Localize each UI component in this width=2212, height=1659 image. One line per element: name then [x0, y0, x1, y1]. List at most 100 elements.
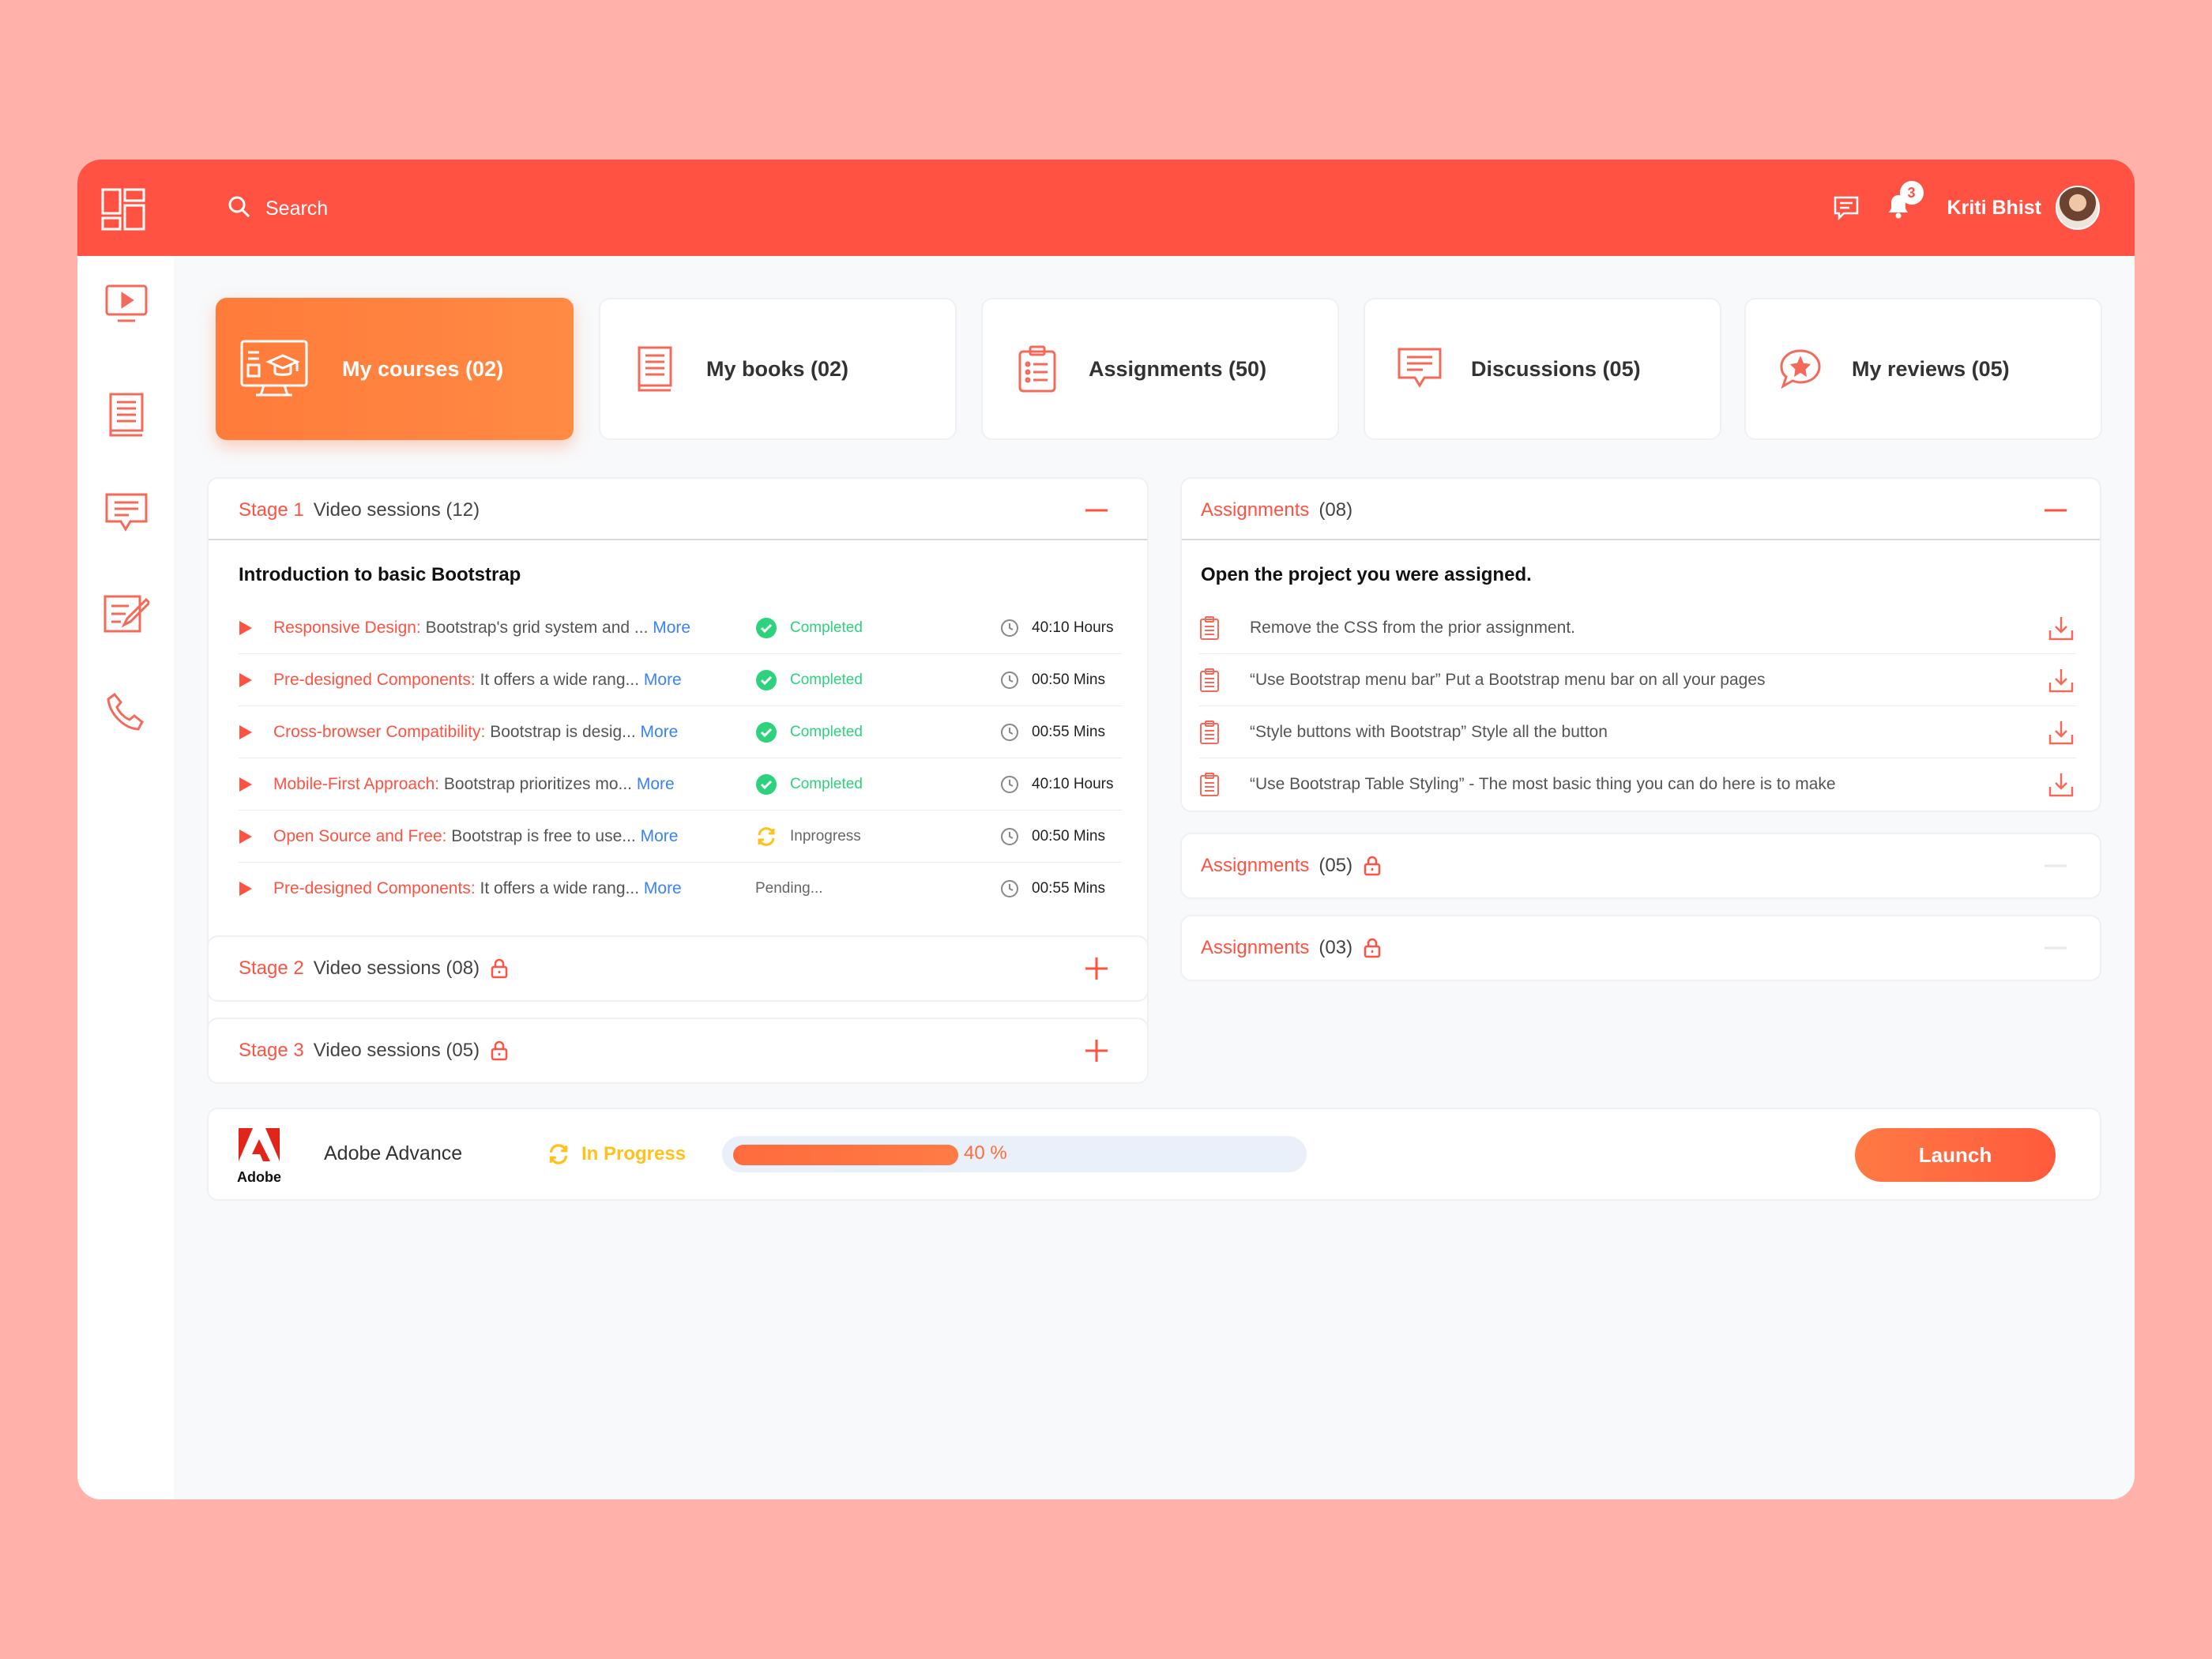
course-progress-bar: Adobe Adobe Advance In Progress 40 % Lau… [207, 1108, 2101, 1201]
stage-title: Video sessions (12) [313, 499, 480, 521]
user-name[interactable]: Kriti Bhist [1947, 197, 2041, 220]
stage-2-panel[interactable]: Stage 2 Video sessions (08) [207, 935, 1149, 1002]
collapse-icon[interactable] [2041, 496, 2070, 525]
video-icon[interactable] [103, 281, 149, 327]
status: Completed [755, 721, 1000, 743]
download-icon[interactable] [2046, 717, 2076, 747]
messages-icon[interactable] [1830, 192, 1862, 224]
session-name: Cross-browser Compatibility: [273, 722, 486, 741]
assignments-label: Assignments [1201, 855, 1310, 876]
download-icon[interactable] [2046, 613, 2076, 643]
more-link[interactable]: More [641, 827, 679, 845]
duration: 40:10 Hours [1000, 775, 1114, 794]
assignments-label: Assignments [1201, 937, 1310, 958]
edit-icon[interactable] [103, 591, 149, 637]
session-title: Pre-designed Components: It offers a wid… [273, 879, 755, 898]
discussion-icon[interactable] [103, 491, 149, 536]
card-my-reviews[interactable]: My reviews (05) [1744, 298, 2102, 440]
phone-icon[interactable] [103, 689, 149, 735]
refresh-icon [758, 826, 775, 846]
play-icon[interactable] [239, 881, 254, 897]
expand-icon[interactable] [1082, 1036, 1111, 1065]
check-circle-icon [756, 721, 777, 743]
session-row[interactable]: Cross-browser Compatibility: Bootstrap i… [239, 706, 1122, 758]
card-my-books[interactable]: My books (02) [599, 298, 957, 440]
clock-icon [1001, 619, 1018, 637]
assignment-row[interactable]: “Use Bootstrap Table Styling” - The most… [1199, 758, 2076, 811]
expand-icon[interactable] [1082, 954, 1111, 983]
status-text: Pending... [755, 880, 823, 897]
session-row[interactable]: Responsive Design: Bootstrap's grid syst… [239, 602, 1122, 654]
book-icon[interactable] [103, 392, 149, 438]
play-icon[interactable] [239, 672, 254, 688]
session-desc: Bootstrap is desig... [485, 722, 641, 741]
assignments-locked-panel[interactable]: Assignments (05) [1180, 833, 2101, 899]
progress-fill [733, 1145, 958, 1165]
session-title: Cross-browser Compatibility: Bootstrap i… [273, 723, 755, 742]
session-row[interactable]: Mobile-First Approach: Bootstrap priorit… [239, 758, 1122, 811]
course-icon [239, 340, 309, 397]
dashboard-logo-icon[interactable] [101, 188, 145, 231]
stage-label: Stage 3 [239, 1040, 304, 1061]
clipboard-icon [1010, 341, 1065, 397]
card-discussions[interactable]: Discussions (05) [1364, 298, 1721, 440]
lock-icon [1364, 938, 1381, 958]
card-label: Discussions (05) [1471, 356, 1641, 381]
session-row[interactable]: Pre-designed Components: It offers a wid… [239, 863, 1122, 915]
play-icon[interactable] [239, 724, 254, 740]
status-text: Completed [790, 619, 863, 636]
stage-3-panel[interactable]: Stage 3 Video sessions (05) [207, 1018, 1149, 1084]
adobe-logo-text: Adobe [237, 1169, 281, 1183]
launch-button[interactable]: Launch [1855, 1128, 2056, 1182]
more-link[interactable]: More [644, 879, 682, 897]
search-input[interactable]: Search [265, 198, 328, 220]
adobe-logo: Adobe [237, 1127, 281, 1185]
session-name: Pre-designed Components: [273, 879, 476, 897]
check-circle-icon [756, 773, 777, 795]
assignments-header: Assignments (05) [1201, 834, 1381, 897]
play-icon[interactable] [239, 620, 254, 636]
check-circle-icon [756, 669, 777, 690]
duration-text: 00:55 Mins [1032, 880, 1105, 897]
collapse-icon[interactable] [1082, 496, 1111, 525]
session-name: Responsive Design: [273, 618, 421, 637]
notifications-button[interactable]: 3 [1883, 181, 1924, 224]
assignments-header[interactable]: Assignments (08) [1201, 479, 1352, 542]
search-bar[interactable]: Search [228, 193, 328, 224]
stage-label: Stage 1 [239, 499, 304, 521]
stage-label: Stage 2 [239, 957, 304, 979]
avatar[interactable] [2056, 186, 2100, 230]
duration-text: 40:10 Hours [1032, 775, 1114, 792]
download-icon[interactable] [2046, 665, 2076, 695]
assignments-count: (08) [1319, 499, 1353, 521]
more-link[interactable]: More [653, 619, 690, 637]
session-desc: Bootstrap's grid system and ... [420, 618, 653, 637]
session-name: Mobile-First Approach: [273, 774, 440, 793]
play-icon[interactable] [239, 777, 254, 792]
more-link[interactable]: More [644, 671, 682, 689]
more-link[interactable]: More [637, 775, 675, 793]
duration: 00:50 Mins [1000, 827, 1105, 846]
divider [1182, 539, 2100, 540]
card-my-courses[interactable]: My courses (02) [216, 298, 574, 440]
stage-1-header[interactable]: Stage 1 Video sessions (12) [239, 479, 480, 542]
play-icon[interactable] [239, 829, 254, 845]
assignment-text: “Use Bootstrap menu bar” Put a Bootstrap… [1250, 670, 1766, 689]
session-row[interactable]: Pre-designed Components: It offers a wid… [239, 654, 1122, 706]
assignments-count: (05) [1319, 855, 1353, 876]
session-title: Open Source and Free: Bootstrap is free … [273, 827, 755, 846]
assignment-row[interactable]: “Use Bootstrap menu bar” Put a Bootstrap… [1199, 654, 2076, 706]
session-title: Mobile-First Approach: Bootstrap priorit… [273, 775, 755, 794]
session-desc: It offers a wide rang... [475, 879, 644, 897]
assignment-row[interactable]: Remove the CSS from the prior assignment… [1199, 602, 2076, 654]
assignment-row[interactable]: “Style buttons with Bootstrap” Style all… [1199, 706, 2076, 758]
download-icon[interactable] [2046, 769, 2076, 799]
divider [209, 539, 1147, 540]
more-link[interactable]: More [641, 723, 679, 741]
collapse-icon [2041, 852, 2070, 880]
card-assignments[interactable]: Assignments (50) [981, 298, 1339, 440]
session-row[interactable]: Open Source and Free: Bootstrap is free … [239, 811, 1122, 863]
progress-label: 40 % [964, 1142, 1007, 1164]
assignments-locked-panel[interactable]: Assignments (03) [1180, 915, 2101, 981]
progress-track: 40 % [722, 1136, 1307, 1172]
